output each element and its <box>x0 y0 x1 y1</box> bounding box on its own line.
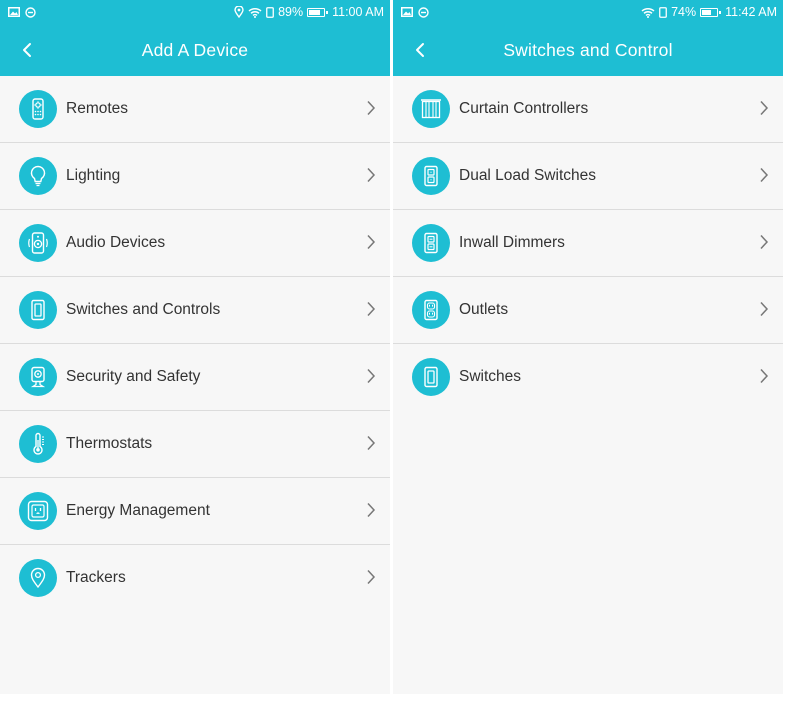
clock: 11:00 AM <box>332 5 384 19</box>
list-item-label: Switches and Controls <box>66 301 221 318</box>
clock: 11:42 AM <box>725 5 777 19</box>
chevron-right-icon <box>367 100 376 116</box>
wifi-icon <box>641 7 655 18</box>
chevron-right-icon <box>760 301 769 317</box>
status-bar: 89% 11:00 AM <box>0 0 390 24</box>
list-item-audio-devices[interactable]: Audio Devices <box>0 210 390 277</box>
status-bar: 74% 11:42 AM <box>393 0 783 24</box>
chevron-right-icon <box>760 167 769 183</box>
outlet-plate-icon <box>424 299 438 321</box>
switch-icon <box>31 299 45 321</box>
list-item-switches[interactable]: Switches <box>393 344 783 410</box>
do-not-disturb-icon <box>418 6 429 18</box>
list-item-label: Curtain Controllers <box>459 100 589 117</box>
list-item-energy-management[interactable]: Energy Management <box>0 478 390 545</box>
list-item-dual-load-switches[interactable]: Dual Load Switches <box>393 143 783 210</box>
list-item-label: Dual Load Switches <box>459 167 596 184</box>
chevron-right-icon <box>367 301 376 317</box>
chevron-right-icon <box>367 234 376 250</box>
back-button[interactable] <box>12 36 42 64</box>
chevron-right-icon <box>367 167 376 183</box>
list-item-label: Lighting <box>66 167 121 184</box>
switch-icon <box>424 366 438 388</box>
phone-icon <box>659 6 667 18</box>
outlet-icon <box>27 500 49 522</box>
location-pin-icon <box>30 567 46 589</box>
battery-icon <box>307 7 329 17</box>
chevron-right-icon <box>760 368 769 384</box>
image-notification-icon <box>8 7 20 17</box>
add-device-screen: 89% 11:00 AM Add A Device Remotes Lighti… <box>0 0 390 694</box>
list-item-label: Security and Safety <box>66 368 201 385</box>
list-item-label: Trackers <box>66 569 126 586</box>
list-item-label: Outlets <box>459 301 509 318</box>
list-item-label: Remotes <box>66 100 129 117</box>
chevron-right-icon <box>367 435 376 451</box>
chevron-right-icon <box>367 368 376 384</box>
list-item-label: Inwall Dimmers <box>459 234 565 251</box>
switches-and-control-screen: 74% 11:42 AM Switches and Control Curtai… <box>393 0 783 694</box>
switch-type-list: Curtain Controllers Dual Load Switches I… <box>393 76 783 410</box>
list-item-inwall-dimmers[interactable]: Inwall Dimmers <box>393 210 783 277</box>
camera-icon <box>30 366 46 388</box>
chevron-right-icon <box>367 502 376 518</box>
list-item-trackers[interactable]: Trackers <box>0 545 390 611</box>
wifi-icon <box>248 7 262 18</box>
list-item-thermostats[interactable]: Thermostats <box>0 411 390 478</box>
thermometer-icon <box>33 432 44 455</box>
battery-percent: 89% <box>278 5 304 19</box>
image-notification-icon <box>401 7 413 17</box>
app-bar: Switches and Control <box>393 24 783 76</box>
phone-icon <box>266 6 274 18</box>
chevron-right-icon <box>760 100 769 116</box>
bulb-icon <box>30 165 46 187</box>
location-icon <box>234 6 244 18</box>
list-item-label: Thermostats <box>66 435 153 452</box>
battery-percent: 74% <box>671 5 697 19</box>
dual-switch-icon <box>424 165 438 187</box>
remote-icon <box>32 98 44 120</box>
chevron-right-icon <box>367 569 376 585</box>
back-arrow-icon <box>23 43 31 57</box>
list-item-outlets[interactable]: Outlets <box>393 277 783 344</box>
list-item-label: Energy Management <box>66 502 210 519</box>
list-item-lighting[interactable]: Lighting <box>0 143 390 210</box>
battery-icon <box>700 7 722 17</box>
list-item-label: Audio Devices <box>66 234 166 251</box>
list-item-label: Switches <box>459 368 522 385</box>
chevron-right-icon <box>760 234 769 250</box>
list-item-security-and-safety[interactable]: Security and Safety <box>0 344 390 411</box>
speaker-icon <box>28 232 48 254</box>
curtain-icon <box>421 99 441 119</box>
page-title: Add A Device <box>141 39 249 60</box>
device-category-list: Remotes Lighting Audio Devices Switches … <box>0 76 390 611</box>
back-button[interactable] <box>405 36 435 64</box>
list-item-switches-and-controls[interactable]: Switches and Controls <box>0 277 390 344</box>
list-item-curtain-controllers[interactable]: Curtain Controllers <box>393 76 783 143</box>
do-not-disturb-icon <box>25 6 36 18</box>
dimmer-icon <box>424 232 438 254</box>
list-item-remotes[interactable]: Remotes <box>0 76 390 143</box>
app-bar: Add A Device <box>0 24 390 76</box>
page-title: Switches and Control <box>503 39 673 60</box>
back-arrow-icon <box>416 43 424 57</box>
